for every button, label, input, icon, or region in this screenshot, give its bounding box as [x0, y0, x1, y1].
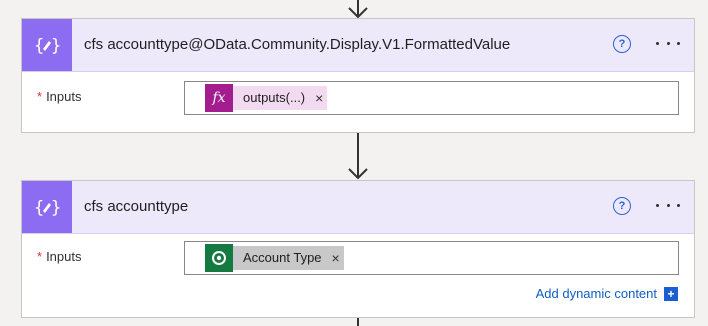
connector-arrow-middle: [345, 133, 371, 181]
connector-arrow-top: [345, 0, 371, 20]
required-mark: *: [37, 249, 43, 264]
inputs-field[interactable]: Account Type ×: [184, 241, 679, 275]
svg-text:{: {: [34, 198, 44, 218]
more-options-icon[interactable]: [652, 30, 684, 56]
inputs-label-text: Inputs: [46, 89, 82, 104]
more-options-icon[interactable]: [652, 192, 684, 218]
required-mark: *: [37, 89, 43, 104]
card-header[interactable]: { } cfs accounttype ?: [22, 181, 694, 234]
compose-icon: { }: [22, 181, 72, 233]
arrow-down-icon: [348, 7, 368, 19]
connector-line-bottom: [345, 318, 371, 326]
svg-text:{: {: [34, 36, 44, 56]
svg-text:}: }: [51, 36, 60, 56]
inputs-label: * Inputs: [37, 89, 81, 104]
fx-icon: fx: [205, 84, 233, 112]
svg-text:}: }: [51, 198, 60, 218]
action-title[interactable]: cfs accounttype: [84, 181, 188, 233]
inputs-field[interactable]: fx outputs(...) ×: [184, 81, 679, 115]
expression-token[interactable]: fx outputs(...) ×: [205, 84, 328, 112]
remove-token-icon[interactable]: ×: [327, 246, 344, 270]
help-icon[interactable]: ?: [613, 197, 631, 215]
dataverse-icon: [205, 244, 233, 272]
remove-token-icon[interactable]: ×: [311, 86, 328, 110]
inputs-label: * Inputs: [37, 249, 81, 264]
plus-icon[interactable]: +: [664, 286, 678, 301]
help-icon[interactable]: ?: [613, 35, 631, 53]
token-label: Account Type: [233, 246, 328, 270]
arrow-down-icon: [348, 168, 368, 180]
dynamic-content-token[interactable]: Account Type ×: [205, 244, 344, 272]
compose-action-card-2[interactable]: { } cfs accounttype ? *Inputs Account Ty…: [21, 180, 695, 318]
action-title[interactable]: cfs accounttype@OData.Community.Display.…: [84, 19, 510, 71]
add-dynamic-content-label[interactable]: Add dynamic content: [536, 286, 657, 301]
add-dynamic-content-link[interactable]: Add dynamic content +: [536, 286, 678, 301]
compose-icon: { }: [22, 19, 72, 71]
card-header[interactable]: { } cfs accounttype@OData.Community.Disp…: [22, 19, 694, 72]
inputs-label-text: Inputs: [46, 249, 82, 264]
token-label: outputs(...): [233, 86, 312, 110]
compose-action-card-1[interactable]: { } cfs accounttype@OData.Community.Disp…: [21, 18, 695, 133]
